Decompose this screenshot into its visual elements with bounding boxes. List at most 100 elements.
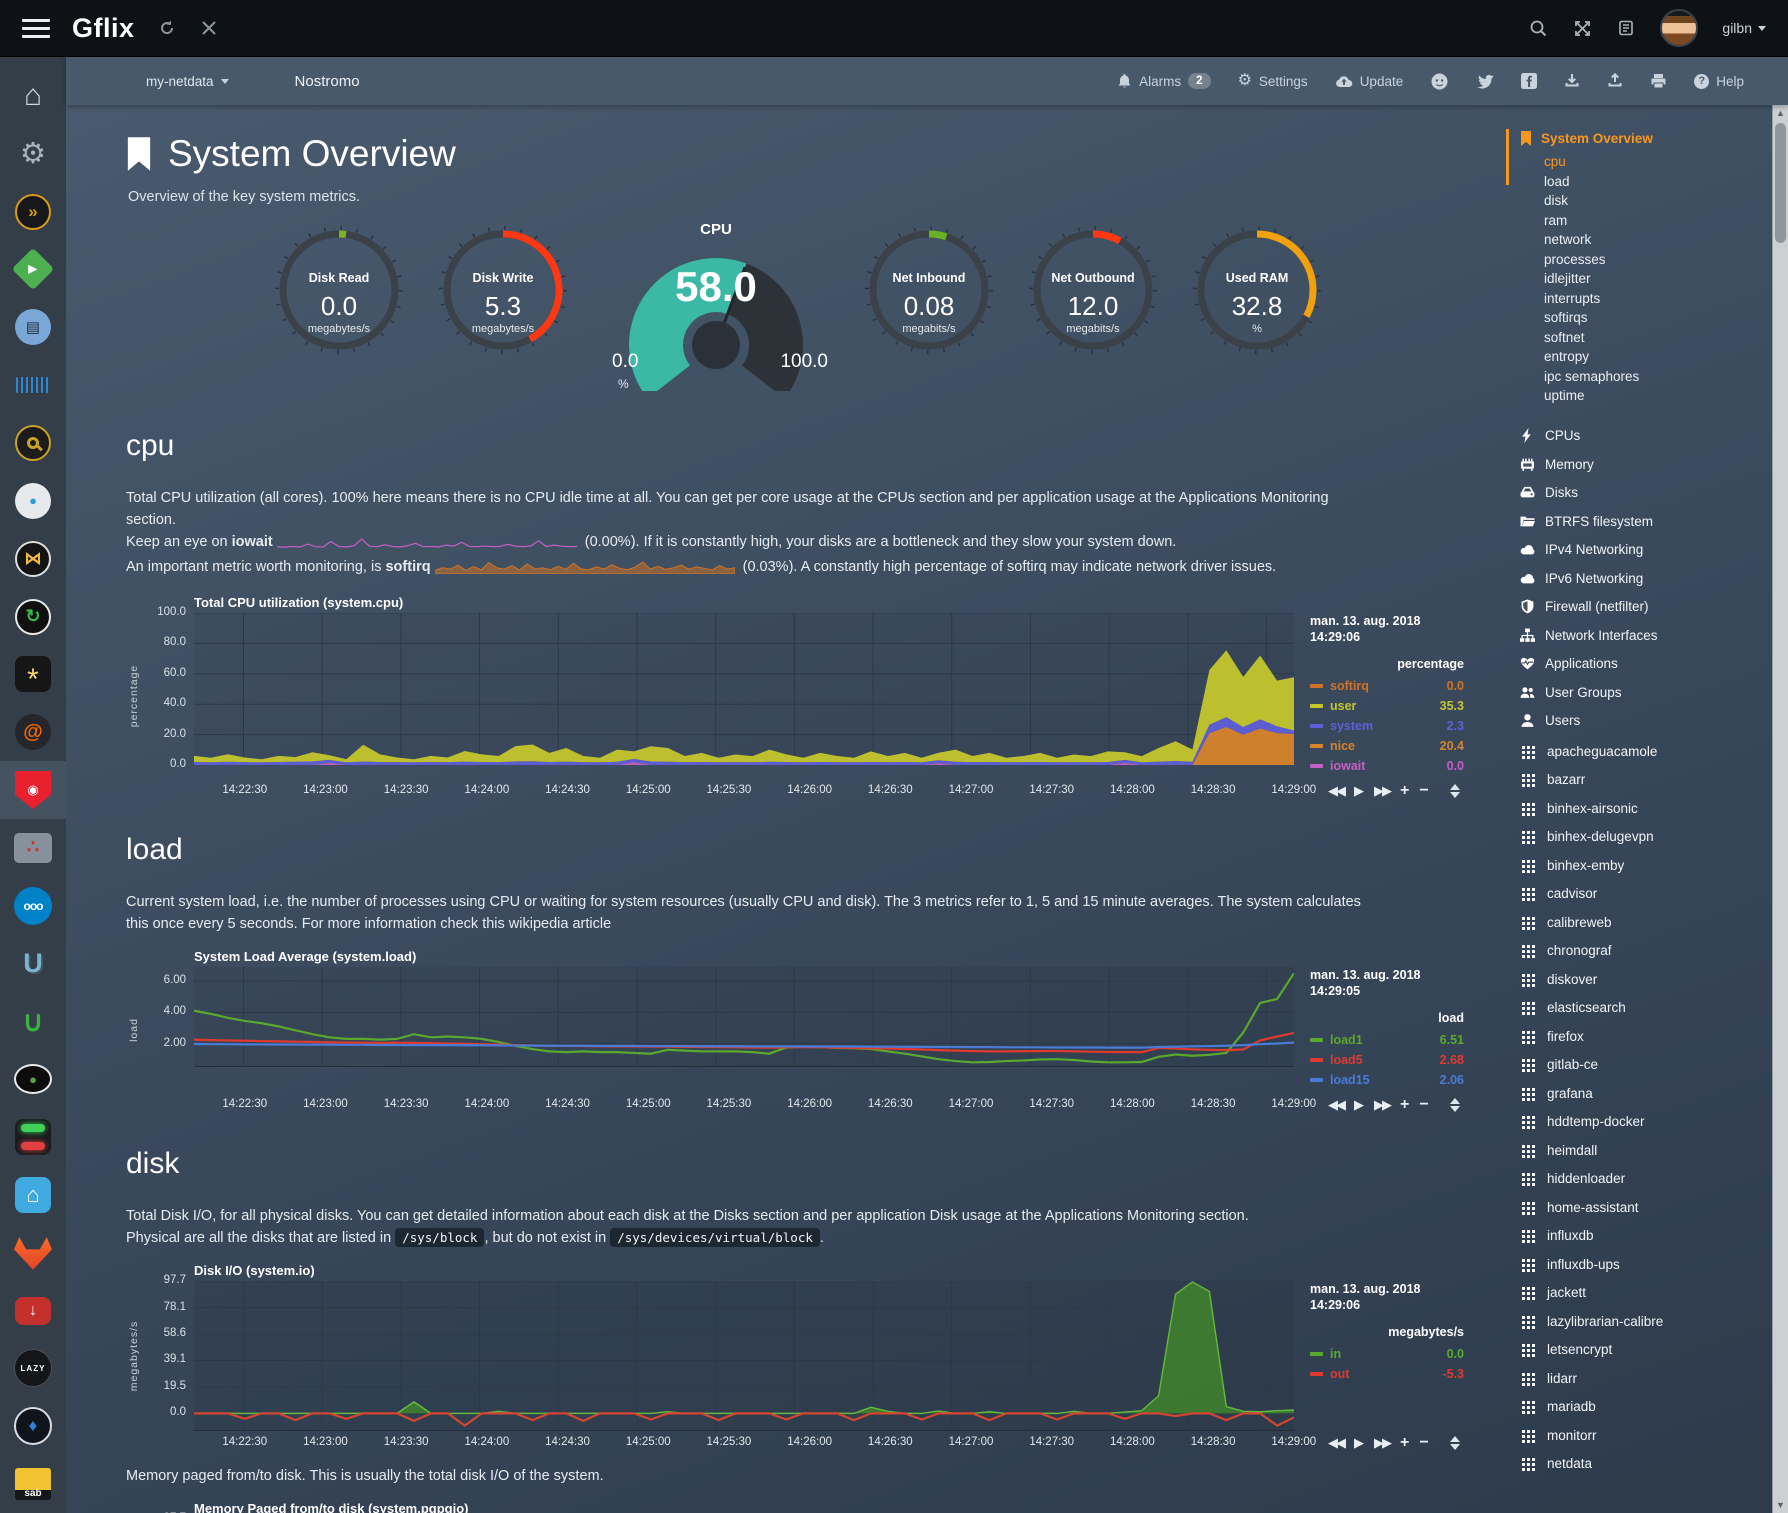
legend-load5[interactable]: load52.68 bbox=[1310, 1053, 1464, 1067]
news-icon[interactable] bbox=[1616, 18, 1636, 38]
rail-emby[interactable]: ▶ bbox=[0, 241, 66, 299]
legend-system[interactable]: system2.3 bbox=[1310, 719, 1464, 733]
fullscreen-icon[interactable] bbox=[1572, 18, 1592, 38]
sidebar-section-ipv6-networking[interactable]: IPv6 Networking bbox=[1520, 564, 1772, 593]
sidebar-app-binhex-airsonic[interactable]: binhex-airsonic bbox=[1520, 794, 1772, 823]
sidebar-app-gitlab-ce[interactable]: gitlab-ce bbox=[1520, 1051, 1772, 1080]
rail-ubooquity[interactable]: U bbox=[0, 935, 66, 993]
rail-berries-app[interactable]: ∴ bbox=[0, 819, 66, 877]
sidebar-item-load[interactable]: load bbox=[1544, 172, 1772, 192]
sidebar-app-hiddenloader[interactable]: hiddenloader bbox=[1520, 1165, 1772, 1194]
avatar[interactable] bbox=[1660, 9, 1698, 47]
sidebar-item-softnet[interactable]: softnet bbox=[1544, 328, 1772, 348]
rail-netdata[interactable]: ◉ bbox=[0, 761, 66, 819]
sidebar-app-elasticsearch[interactable]: elasticsearch bbox=[1520, 994, 1772, 1023]
chart-system-load[interactable]: System Load Average (system.load) load 2… bbox=[126, 949, 1470, 1117]
sidebar-section-users[interactable]: Users bbox=[1520, 707, 1772, 736]
rail-plex[interactable]: » bbox=[0, 183, 66, 241]
sidebar-item-ipc-semaphores[interactable]: ipc semaphores bbox=[1544, 367, 1772, 387]
legend-user[interactable]: user35.3 bbox=[1310, 699, 1464, 713]
sidebar-item-interrupts[interactable]: interrupts bbox=[1544, 289, 1772, 309]
settings-button[interactable]: ⚙ Settings bbox=[1238, 73, 1308, 89]
zoom-in-button[interactable]: + bbox=[1400, 1096, 1409, 1114]
rail-settings[interactable]: ⚙ bbox=[0, 125, 66, 183]
sidebar-app-home-assistant[interactable]: home-assistant bbox=[1520, 1193, 1772, 1222]
legend-nice[interactable]: nice20.4 bbox=[1310, 739, 1464, 753]
pan-right-button[interactable]: ▶▶ bbox=[1374, 1435, 1390, 1451]
sidebar-app-firefox[interactable]: firefox bbox=[1520, 1022, 1772, 1051]
sidebar-app-jackett[interactable]: jackett bbox=[1520, 1279, 1772, 1308]
gauge-disk-write[interactable]: Disk Write 5.3 megabytes/s bbox=[436, 223, 570, 373]
sidebar-app-influxdb[interactable]: influxdb bbox=[1520, 1222, 1772, 1251]
user-menu[interactable]: gilbn bbox=[1722, 20, 1766, 36]
legend-load15[interactable]: load152.06 bbox=[1310, 1073, 1464, 1087]
sidebar-section-cpus[interactable]: CPUs bbox=[1520, 422, 1772, 451]
sidebar-item-ram[interactable]: ram bbox=[1544, 211, 1772, 231]
zoom-in-button[interactable]: + bbox=[1400, 1434, 1409, 1452]
rail-lidarr[interactable]: ⋈ bbox=[0, 530, 66, 588]
sidebar-app-binhex-emby[interactable]: binhex-emby bbox=[1520, 851, 1772, 880]
update-button[interactable]: Update bbox=[1335, 74, 1404, 89]
gauge-cpu[interactable]: CPU 58.0 0.0 100.0 % bbox=[600, 223, 832, 399]
chart-plot[interactable] bbox=[194, 613, 1294, 765]
rail-gitlab[interactable] bbox=[0, 1224, 66, 1282]
legend-out[interactable]: out-5.3 bbox=[1310, 1367, 1464, 1381]
resize-handle[interactable] bbox=[1450, 1436, 1460, 1450]
sidebar-item-network[interactable]: network bbox=[1544, 230, 1772, 250]
rail-monitorr[interactable] bbox=[0, 1108, 66, 1166]
legend-softirq[interactable]: softirq0.0 bbox=[1310, 679, 1464, 693]
pan-left-button[interactable]: ◀◀ bbox=[1328, 1097, 1344, 1113]
sidebar-app-apacheguacamole[interactable]: apacheguacamole bbox=[1520, 737, 1772, 766]
sidebar-app-netdata[interactable]: netdata bbox=[1520, 1450, 1772, 1479]
rail-grafana[interactable]: @ bbox=[0, 703, 66, 761]
sidebar-section-network-interfaces[interactable]: Network Interfaces bbox=[1520, 621, 1772, 650]
pan-left-button[interactable]: ◀◀ bbox=[1328, 783, 1344, 799]
legend-in[interactable]: in0.0 bbox=[1310, 1347, 1464, 1361]
sidebar-section-btrfs-filesystem[interactable]: BTRFS filesystem bbox=[1520, 507, 1772, 536]
zoom-out-button[interactable]: − bbox=[1419, 782, 1428, 800]
sidebar-app-heimdall[interactable]: heimdall bbox=[1520, 1136, 1772, 1165]
gauge-net-inbound[interactable]: Net Inbound 0.08 megabits/s bbox=[862, 223, 996, 373]
sidebar-item-softirqs[interactable]: softirqs bbox=[1544, 308, 1772, 328]
sidebar-section-firewall-netfilter-[interactable]: Firewall (netfilter) bbox=[1520, 593, 1772, 622]
rail-bazarr[interactable]: ▤ bbox=[0, 298, 66, 356]
rail-handbrake[interactable]: ↻ bbox=[0, 588, 66, 646]
pan-left-button[interactable]: ◀◀ bbox=[1328, 1435, 1344, 1451]
scroll-up-arrow[interactable]: ▲ bbox=[1773, 108, 1788, 118]
sidebar-item-uptime[interactable]: uptime bbox=[1544, 386, 1772, 406]
sidebar-app-binhex-delugevpn[interactable]: binhex-delugevpn bbox=[1520, 823, 1772, 852]
gauge-disk-read[interactable]: Disk Read 0.0 megabytes/s bbox=[272, 223, 406, 373]
legend-iowait[interactable]: iowait0.0 bbox=[1310, 759, 1464, 773]
rail-youtube-dl[interactable]: ↓ bbox=[0, 1282, 66, 1340]
sidebar-item-disk[interactable]: disk bbox=[1544, 191, 1772, 211]
sidebar-app-lazylibrarian-calibre[interactable]: lazylibrarian-calibre bbox=[1520, 1307, 1772, 1336]
gauge-net-outbound[interactable]: Net Outbound 12.0 megabits/s bbox=[1026, 223, 1160, 373]
close-icon[interactable] bbox=[199, 18, 219, 38]
sidebar-section-applications[interactable]: Applications bbox=[1520, 650, 1772, 679]
chart-plot[interactable] bbox=[194, 967, 1294, 1067]
scrollbar-thumb[interactable] bbox=[1775, 123, 1786, 243]
github-link[interactable] bbox=[1430, 72, 1449, 91]
rail-green-u-app[interactable]: ∪ bbox=[0, 993, 66, 1051]
refresh-icon[interactable] bbox=[157, 18, 177, 38]
sidebar-item-entropy[interactable]: entropy bbox=[1544, 347, 1772, 367]
server-dropdown[interactable]: my-netdata bbox=[146, 74, 229, 89]
rail-sabnzbd[interactable]: sab bbox=[0, 1455, 66, 1513]
zoom-out-button[interactable]: − bbox=[1419, 1096, 1428, 1114]
sidebar-app-grafana[interactable]: grafana bbox=[1520, 1079, 1772, 1108]
import-button[interactable] bbox=[1564, 73, 1580, 89]
alarms-button[interactable]: Alarms 2 bbox=[1117, 73, 1210, 89]
facebook-link[interactable] bbox=[1521, 73, 1537, 89]
page-scrollbar[interactable]: ▲ ▼ bbox=[1772, 105, 1788, 1513]
sidebar-app-cadvisor[interactable]: cadvisor bbox=[1520, 880, 1772, 909]
chart-system-io[interactable]: Disk I/O (system.io) megabytes/s 0.019.5… bbox=[126, 1263, 1470, 1455]
play-button[interactable]: ▶ bbox=[1354, 783, 1364, 799]
rail-dark-green-app[interactable]: ● bbox=[0, 1050, 66, 1108]
sidebar-system-overview[interactable]: System Overview bbox=[1520, 131, 1772, 146]
pan-right-button[interactable]: ▶▶ bbox=[1374, 1097, 1390, 1113]
sidebar-app-monitorr[interactable]: monitorr bbox=[1520, 1421, 1772, 1450]
scroll-down-arrow[interactable]: ▼ bbox=[1773, 1500, 1788, 1510]
rail-home-assistant[interactable]: ⌂ bbox=[0, 1166, 66, 1224]
sidebar-section-memory[interactable]: Memory bbox=[1520, 450, 1772, 479]
twitter-link[interactable] bbox=[1476, 73, 1494, 89]
